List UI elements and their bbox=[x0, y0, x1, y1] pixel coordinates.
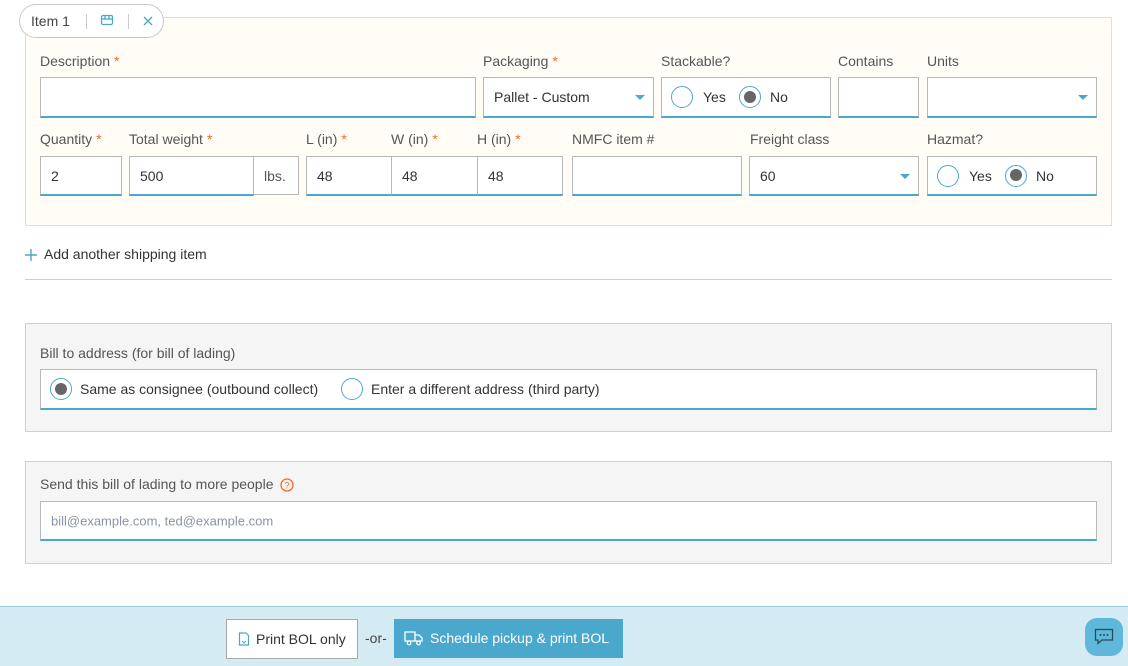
item-tab: Item 1 bbox=[19, 4, 164, 38]
freight-class-label: Freight class bbox=[750, 131, 830, 147]
units-label: Units bbox=[927, 53, 959, 69]
total-weight-label: Total weight * bbox=[129, 131, 213, 147]
stackable-yes-label[interactable]: Yes bbox=[703, 89, 726, 105]
chat-icon bbox=[1094, 628, 1114, 646]
divider bbox=[25, 279, 1112, 280]
bill-to-same-radio[interactable] bbox=[50, 378, 72, 400]
bill-to-same-label[interactable]: Same as consignee (outbound collect) bbox=[80, 381, 318, 397]
nmfc-label: NMFC item # bbox=[572, 131, 655, 147]
chevron-down-icon bbox=[635, 95, 645, 100]
weight-unit-addon: lbs. bbox=[253, 156, 299, 195]
packaging-select[interactable]: Pallet - Custom bbox=[483, 77, 654, 118]
divider bbox=[86, 14, 87, 29]
chevron-down-icon bbox=[900, 173, 910, 179]
hazmat-label: Hazmat? bbox=[927, 131, 984, 147]
item-tab-label: Item 1 bbox=[31, 13, 70, 29]
package-icon[interactable] bbox=[100, 13, 114, 27]
schedule-pickup-button[interactable]: Schedule pickup & print BOL bbox=[394, 619, 623, 658]
truck-icon bbox=[404, 630, 424, 646]
chat-button[interactable] bbox=[1085, 618, 1123, 656]
send-to-label-row: Send this bill of lading to more people … bbox=[40, 476, 295, 492]
width-label: W (in) * bbox=[391, 131, 438, 147]
bill-to-label: Bill to address (for bill of lading) bbox=[40, 345, 236, 361]
bill-to-different-radio[interactable] bbox=[341, 378, 363, 400]
packaging-value: Pallet - Custom bbox=[494, 89, 590, 105]
stackable-no-label[interactable]: No bbox=[770, 89, 788, 105]
stackable-radio-group: Yes No bbox=[661, 77, 831, 118]
svg-text:?: ? bbox=[285, 481, 290, 491]
print-bol-button[interactable]: Print BOL only bbox=[226, 619, 358, 659]
description-input[interactable] bbox=[40, 77, 476, 118]
hazmat-no-radio[interactable] bbox=[1005, 164, 1027, 187]
divider bbox=[128, 14, 129, 29]
stackable-yes-radio[interactable] bbox=[671, 86, 693, 108]
chevron-down-icon bbox=[1078, 95, 1088, 100]
units-select[interactable] bbox=[927, 77, 1097, 118]
hazmat-yes-radio[interactable] bbox=[937, 164, 959, 187]
nmfc-input[interactable] bbox=[572, 156, 742, 196]
contains-input[interactable] bbox=[838, 77, 919, 118]
hazmat-yes-label[interactable]: Yes bbox=[969, 168, 992, 184]
length-input[interactable]: 48 bbox=[306, 156, 392, 196]
close-icon[interactable] bbox=[142, 14, 154, 26]
height-label: H (in) * bbox=[477, 131, 521, 147]
hazmat-no-label[interactable]: No bbox=[1036, 168, 1054, 184]
document-icon bbox=[238, 632, 250, 646]
question-circle-icon[interactable]: ? bbox=[280, 478, 295, 492]
length-label: L (in) * bbox=[306, 131, 347, 147]
or-separator: -or- bbox=[365, 630, 387, 646]
stackable-no-radio[interactable] bbox=[739, 86, 761, 108]
bill-to-radio-group: Same as consignee (outbound collect) Ent… bbox=[40, 369, 1097, 410]
quantity-label: Quantity * bbox=[40, 131, 102, 147]
quantity-input[interactable]: 2 bbox=[40, 156, 122, 196]
width-input[interactable]: 48 bbox=[391, 156, 478, 196]
send-to-email-input[interactable]: bill@example.com, ted@example.com bbox=[40, 501, 1097, 541]
total-weight-input[interactable]: 500 bbox=[129, 156, 254, 196]
contains-label: Contains bbox=[838, 53, 894, 69]
add-item-label: Add another shipping item bbox=[44, 246, 207, 262]
send-to-label: Send this bill of lading to more people bbox=[40, 476, 274, 492]
plus-icon bbox=[25, 248, 37, 261]
freight-class-value: 60 bbox=[760, 167, 776, 184]
description-label: Description * bbox=[40, 53, 120, 69]
stackable-label: Stackable? bbox=[661, 53, 731, 69]
freight-class-select[interactable]: 60 bbox=[749, 156, 919, 196]
hazmat-radio-group: Yes No bbox=[927, 156, 1097, 196]
height-input[interactable]: 48 bbox=[477, 156, 563, 196]
packaging-label: Packaging * bbox=[483, 53, 558, 69]
bill-to-different-label[interactable]: Enter a different address (third party) bbox=[371, 381, 600, 397]
